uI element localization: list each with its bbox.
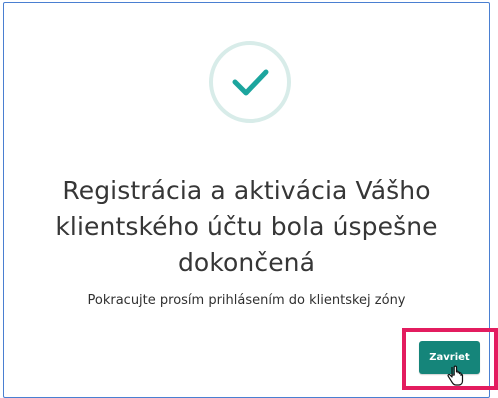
dialog-title: Registrácia a aktivácia Vášho klientskéh… xyxy=(34,173,459,281)
success-circle xyxy=(209,41,291,123)
check-icon xyxy=(232,69,269,96)
dialog-title-line-1: Registrácia a aktivácia Vášho xyxy=(62,176,431,205)
dialog-title-line-3: dokončená xyxy=(177,248,316,277)
dialog-title-line-2: klientského účtu bola úspešne xyxy=(55,212,438,241)
hand-pointer-icon xyxy=(447,365,464,386)
dialog-message: Pokracujte prosím prihlásením do klients… xyxy=(87,293,406,308)
